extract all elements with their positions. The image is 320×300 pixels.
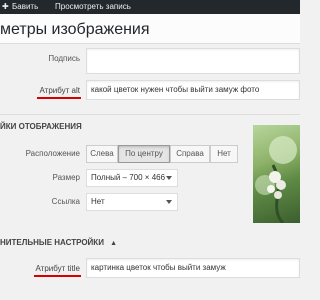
title-underline-mark: [34, 275, 81, 277]
media-details-screen: ✚ Бавить Просмотреть запись метры изобра…: [0, 0, 300, 300]
align-none-button[interactable]: Нет: [210, 145, 238, 163]
flower-photo-graphic: [255, 136, 297, 223]
size-label: Размер: [52, 173, 81, 182]
modal-header: метры изображения: [0, 14, 300, 44]
chevron-down-icon: [166, 200, 172, 204]
image-preview: [253, 125, 300, 223]
admin-topbar: ✚ Бавить Просмотреть запись: [0, 0, 300, 14]
title-attr-input[interactable]: картинка цветок чтобы выйти замуж: [86, 258, 300, 278]
plus-icon[interactable]: ✚: [2, 2, 9, 11]
divider: [0, 114, 300, 115]
chevron-down-icon: [166, 176, 172, 180]
size-select[interactable]: Полный – 700 × 466: [86, 169, 178, 187]
link-select-value: Нет: [91, 197, 105, 206]
link-label: Ссылка: [51, 197, 80, 206]
page-title: метры изображения: [0, 21, 150, 38]
topbar-add-link[interactable]: Бавить: [12, 2, 38, 11]
size-select-value: Полный – 700 × 466: [91, 173, 166, 182]
alt-label: Атрибут alt: [39, 86, 80, 95]
display-settings-heading: ЙКИ ОТОБРАЖЕНИЯ: [0, 122, 82, 131]
align-center-button[interactable]: По центру: [118, 145, 170, 163]
link-select[interactable]: Нет: [86, 193, 178, 211]
caption-textarea[interactable]: [86, 48, 300, 74]
advanced-settings-toggle[interactable]: НИТЕЛЬНЫЕ НАСТРОЙКИ ▲: [0, 238, 117, 247]
align-left-button[interactable]: Слева: [86, 145, 118, 163]
collapse-arrow-icon: ▲: [110, 240, 118, 247]
alt-text-input[interactable]: какой цветок нужен чтобы выйти замуж фот…: [86, 80, 300, 100]
caption-label: Подпись: [48, 54, 80, 63]
topbar-view-post-link[interactable]: Просмотреть запись: [55, 2, 131, 11]
title-attr-label: Атрибут title: [35, 264, 80, 273]
advanced-settings-heading: НИТЕЛЬНЫЕ НАСТРОЙКИ: [0, 238, 104, 247]
align-right-button[interactable]: Справа: [170, 145, 210, 163]
alt-underline-mark: [37, 97, 81, 99]
align-label: Расположение: [25, 149, 80, 158]
